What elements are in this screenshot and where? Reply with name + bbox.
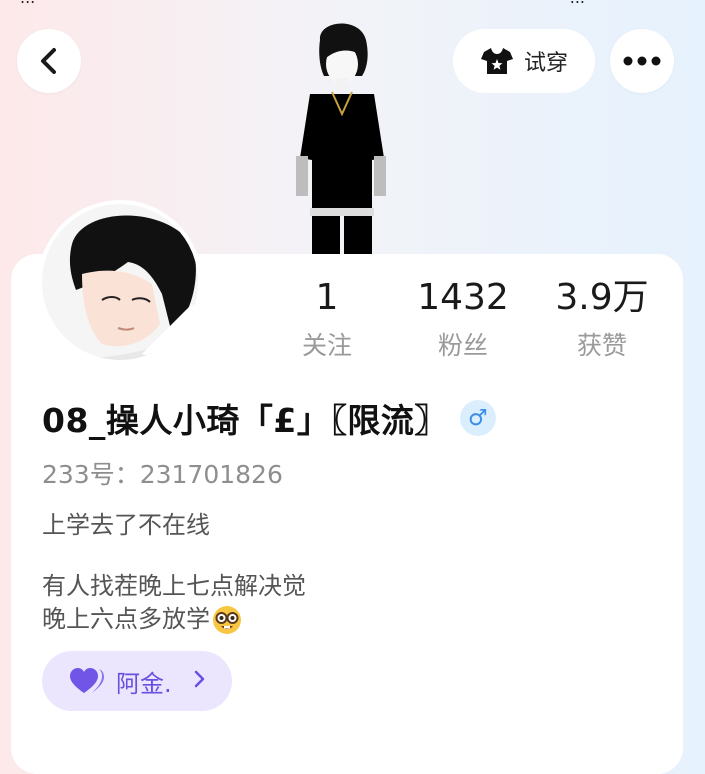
- avatar-figure: [296, 23, 386, 258]
- nickname: 08_操人小琦「£」〖限流〗: [42, 401, 448, 440]
- stat-following-label: 关注: [301, 331, 352, 360]
- more-button[interactable]: [610, 29, 674, 93]
- stat-following[interactable]: 1 关注: [257, 278, 397, 362]
- user-id-value: 231701826: [139, 460, 283, 489]
- bio: 有人找茬晚上七点解决觉 晚上六点多放学: [42, 570, 306, 636]
- bond-pill[interactable]: 阿金.: [42, 651, 232, 711]
- user-id[interactable]: 233号：231701826: [42, 455, 283, 491]
- stat-following-value: 1: [315, 277, 339, 318]
- more-dots-icon: [623, 56, 661, 66]
- status-time: ...: [20, 0, 35, 7]
- status-bar: ... ...: [20, 0, 685, 8]
- back-button[interactable]: [17, 29, 81, 93]
- bond-label: 阿金.: [116, 669, 172, 698]
- nickname-row: 08_操人小琦「£」〖限流〗 ♂: [42, 394, 496, 442]
- nerd-face-emoji-icon: [213, 606, 241, 634]
- bio-line-2: 晚上六点多放学: [42, 605, 210, 633]
- stat-likes-value: 3.9万: [555, 277, 649, 318]
- stat-fans-value: 1432: [417, 277, 509, 318]
- status-signal: ...: [570, 0, 585, 7]
- avatar-image: [42, 204, 198, 360]
- user-id-label: 233号：: [42, 460, 140, 489]
- stat-fans-label: 粉丝: [437, 331, 488, 360]
- stat-fans[interactable]: 1432 粉丝: [393, 278, 533, 362]
- try-on-button[interactable]: 试穿: [453, 29, 595, 93]
- stat-likes[interactable]: 3.9万 获赞: [532, 278, 672, 362]
- status-text: 上学去了不在线: [42, 511, 210, 539]
- heart-icon: [70, 668, 104, 693]
- chevron-right-icon: [194, 669, 206, 694]
- avatar[interactable]: [42, 204, 198, 360]
- tshirt-icon: [480, 48, 513, 74]
- stat-likes-label: 获赞: [576, 331, 627, 360]
- bio-line-1: 有人找茬晚上七点解决觉: [42, 572, 306, 600]
- gender-male-icon: ♂: [459, 400, 496, 436]
- try-on-label: 试穿: [523, 51, 568, 76]
- chevron-left-icon: [41, 48, 56, 74]
